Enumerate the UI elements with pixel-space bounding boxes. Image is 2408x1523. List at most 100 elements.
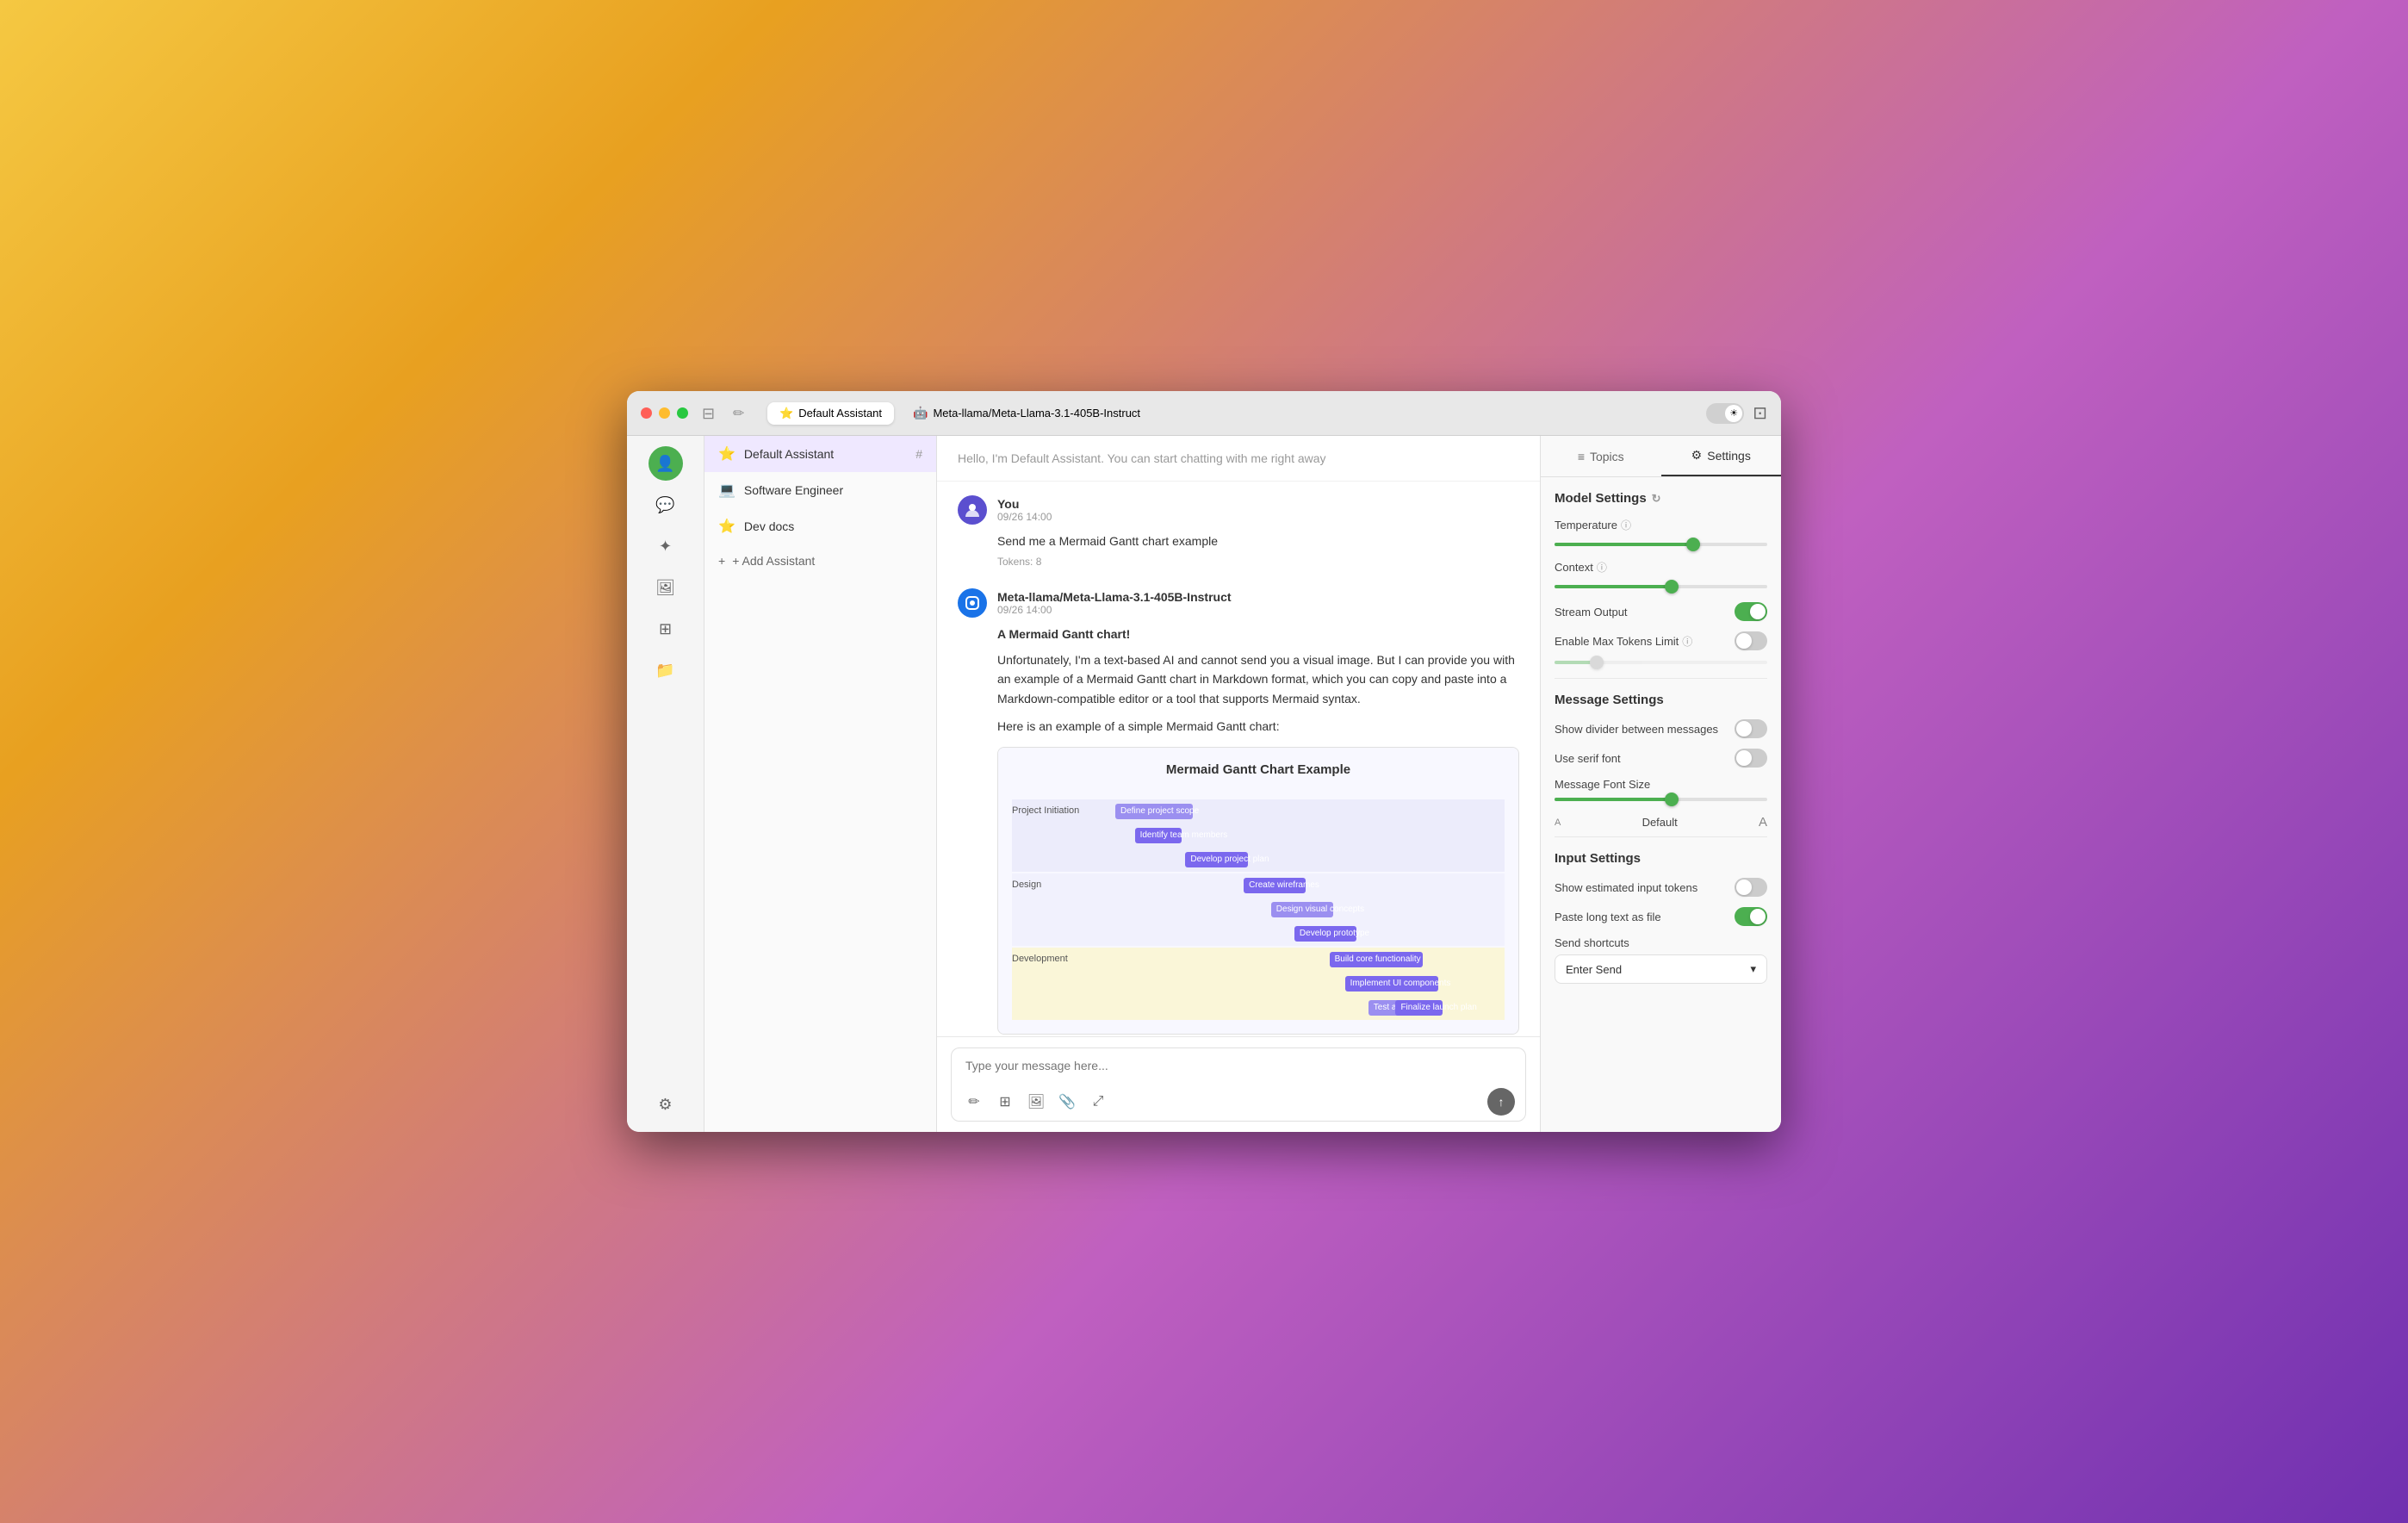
add-assistant-button[interactable]: + + Add Assistant [704, 544, 936, 577]
gantt-bars-ui: Implement UI components [1115, 972, 1505, 996]
gantt-label-development: Development [1012, 952, 1115, 967]
theme-toggle[interactable]: ☀ [1706, 403, 1744, 424]
bot-message-content: A Mermaid Gantt chart! Unfortunately, I'… [997, 625, 1519, 1035]
show-divider-toggle[interactable] [1735, 719, 1767, 738]
gantt-bars-wireframes: Create wireframes [1115, 873, 1505, 898]
show-tokens-toggle[interactable] [1735, 878, 1767, 897]
gantt-row-1: Project Initiation Define project scope [1012, 799, 1505, 824]
add-assistant-label: + Add Assistant [732, 554, 815, 568]
sidebar-toggle-icon[interactable]: ⊟ [702, 405, 719, 422]
tab-default-assistant[interactable]: ⭐ Default Assistant [767, 402, 894, 425]
bot-body: Unfortunately, I'm a text-based AI and c… [997, 650, 1519, 708]
conv-star-icon: ⭐ [718, 445, 735, 463]
font-size-small-label: A [1555, 817, 1561, 828]
stream-output-toggle[interactable] [1735, 602, 1767, 621]
gantt-row-6: Develop prototype [1012, 922, 1505, 946]
maximize-button[interactable] [677, 407, 688, 419]
conv-item-dev-docs[interactable]: ⭐ Dev docs [704, 508, 936, 544]
temperature-info-icon: ⓘ [1621, 518, 1631, 532]
gantt-row-8: Implement UI components [1012, 972, 1505, 996]
sidebar-icon-grid[interactable]: ⊞ [649, 612, 683, 646]
traffic-lights [641, 407, 688, 419]
avatar-user [958, 495, 987, 525]
gantt-bars-identify: Identify team members [1115, 824, 1505, 848]
gantt-bar-finalize: Finalize launch plan [1395, 1000, 1442, 1016]
send-shortcuts-value: Enter Send [1566, 963, 1622, 976]
image-toolbar-btn[interactable]: 🖼 [1024, 1090, 1048, 1114]
sidebar-icon-user[interactable]: 👤 [649, 446, 683, 481]
stream-output-label: Stream Output [1555, 606, 1628, 619]
bot-intro2: Here is an example of a simple Mermaid G… [997, 717, 1519, 736]
main-content: 👤 💬 ✦ 🖼 ⊞ 📁 ⚙ ⭐ Default Assistant # 💻 So… [627, 436, 1781, 1132]
sidebar-icon-folder[interactable]: 📁 [649, 653, 683, 687]
refresh-icon[interactable]: ↻ [1652, 492, 1661, 506]
font-size-slider[interactable] [1555, 798, 1767, 801]
max-tokens-knob-slider [1590, 656, 1604, 669]
layout-toggle-icon[interactable]: ⊡ [1753, 402, 1767, 424]
use-serif-toggle[interactable] [1735, 749, 1767, 768]
tab-topics[interactable]: ≡ Topics [1541, 436, 1661, 476]
conv-item-software-engineer[interactable]: 💻 Software Engineer [704, 472, 936, 508]
table-toolbar-btn[interactable]: ⊞ [993, 1090, 1017, 1114]
font-size-knob[interactable] [1665, 793, 1679, 806]
expand-toolbar-btn[interactable]: ⤢ [1086, 1090, 1110, 1114]
show-divider-label: Show divider between messages [1555, 723, 1718, 736]
edit-icon[interactable]: ✏ [733, 405, 750, 422]
gantt-bars-initiation: Define project scope [1115, 799, 1505, 824]
show-divider-row: Show divider between messages [1555, 719, 1767, 738]
temperature-slider[interactable] [1555, 543, 1767, 546]
minimize-button[interactable] [659, 407, 670, 419]
gantt-section-design: Design Create wireframes [1012, 873, 1505, 946]
gantt-bars-prototype: Develop prototype [1115, 922, 1505, 946]
chat-welcome: Hello, I'm Default Assistant. You can st… [937, 436, 1540, 482]
send-shortcuts-dropdown[interactable]: Enter Send ▾ [1555, 954, 1767, 984]
topics-label: Topics [1590, 450, 1624, 463]
gantt-bar-identify: Identify team members [1135, 828, 1182, 843]
context-track [1555, 585, 1767, 588]
gantt-bar-core: Build core functionality [1330, 952, 1423, 967]
max-tokens-track [1555, 661, 1767, 664]
paste-long-toggle[interactable] [1735, 907, 1767, 926]
max-tokens-label: Enable Max Tokens Limit ⓘ [1555, 634, 1692, 649]
sidebar-icon-image[interactable]: 🖼 [649, 570, 683, 605]
sidebar-icon-sparkle[interactable]: ✦ [649, 529, 683, 563]
conv-item-default-assistant[interactable]: ⭐ Default Assistant # [704, 436, 936, 472]
gantt-bars-visual: Design visual concepts [1115, 898, 1505, 922]
max-tokens-slider [1555, 661, 1767, 664]
bot-intro: A Mermaid Gantt chart! [997, 625, 1519, 643]
bot-sender-name: Meta-llama/Meta-Llama-3.1-405B-Instruct [997, 590, 1232, 604]
tab-settings[interactable]: ⚙ Settings [1661, 436, 1782, 476]
max-tokens-toggle[interactable] [1735, 631, 1767, 650]
context-slider[interactable] [1555, 585, 1767, 588]
send-button[interactable]: ↑ [1487, 1088, 1515, 1116]
chat-messages: You 09/26 14:00 Send me a Mermaid Gantt … [937, 482, 1540, 1036]
add-icon: + [718, 554, 725, 568]
tab-meta-llama[interactable]: 🤖 Meta-llama/Meta-Llama-3.1-405B-Instruc… [901, 401, 1152, 425]
conv-label-se: Software Engineer [744, 483, 922, 497]
sidebar-icon-chat[interactable]: 💬 [649, 488, 683, 522]
gantt-row-5: Design visual concepts [1012, 898, 1505, 922]
show-tokens-label: Show estimated input tokens [1555, 881, 1697, 894]
close-button[interactable] [641, 407, 652, 419]
conv-label-docs: Dev docs [744, 519, 922, 533]
max-tokens-info-icon: ⓘ [1682, 634, 1692, 649]
message-user: You 09/26 14:00 Send me a Mermaid Gantt … [958, 495, 1519, 571]
use-serif-label: Use serif font [1555, 752, 1621, 765]
chat-area: Hello, I'm Default Assistant. You can st… [937, 436, 1540, 1132]
gantt-label-design: Design [1012, 878, 1115, 893]
edit-toolbar-btn[interactable]: ✏ [962, 1090, 986, 1114]
star-icon: ⭐ [779, 407, 793, 420]
sidebar-icon-settings[interactable]: ⚙ [649, 1087, 683, 1122]
temperature-track [1555, 543, 1767, 546]
gantt-bar-visual: Design visual concepts [1271, 902, 1333, 917]
user-message-time: 09/26 14:00 [997, 511, 1052, 523]
message-bot-header: Meta-llama/Meta-Llama-3.1-405B-Instruct … [958, 588, 1519, 618]
send-shortcuts-label: Send shortcuts [1555, 936, 1767, 949]
attach-toolbar-btn[interactable]: 📎 [1055, 1090, 1079, 1114]
context-info-icon: ⓘ [1597, 560, 1607, 575]
user-message-content: Send me a Mermaid Gantt chart example To… [997, 531, 1519, 571]
sidebar: 👤 💬 ✦ 🖼 ⊞ 📁 ⚙ [627, 436, 704, 1132]
temperature-knob[interactable] [1686, 538, 1700, 551]
context-knob[interactable] [1665, 580, 1679, 594]
chat-input[interactable] [952, 1048, 1525, 1083]
